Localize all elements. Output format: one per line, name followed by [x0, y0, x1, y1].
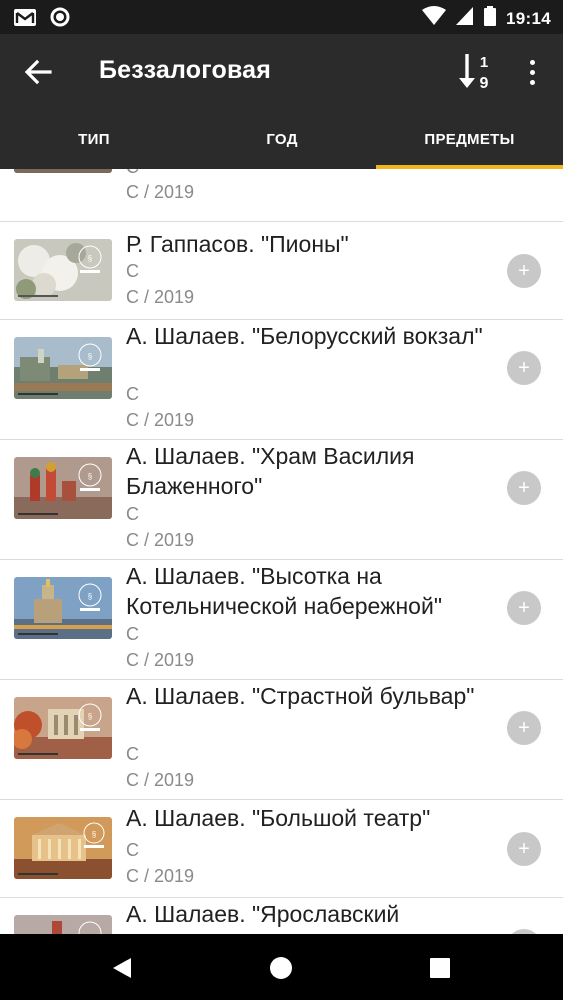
svg-text:§: § [88, 352, 92, 361]
item-thumbnail: § [14, 337, 112, 399]
signal-icon [456, 6, 474, 31]
item-type: С [126, 744, 139, 764]
list-item[interactable]: § А. Шалаев. "Страстной бульвар" С С / 2… [0, 680, 563, 800]
battery-icon [484, 6, 497, 31]
plus-icon: + [518, 357, 530, 379]
add-button[interactable]: + [507, 591, 541, 625]
item-thumbnail [14, 169, 112, 173]
arrow-back-icon [24, 59, 52, 85]
list-item[interactable]: § А. Шалаев. "Большой театр" С С / 2019 … [0, 800, 563, 898]
tab-items[interactable]: ПРЕДМЕТЫ [376, 110, 563, 169]
item-year: С / 2019 [126, 650, 195, 670]
plus-icon: + [518, 717, 530, 739]
plus-icon: + [518, 838, 530, 860]
nav-home-icon [270, 957, 292, 979]
more-vert-icon [529, 59, 535, 65]
add-button[interactable]: + [507, 254, 541, 288]
status-bar-notifications [14, 7, 70, 32]
svg-text:1: 1 [480, 54, 488, 71]
list-item[interactable]: С С / 2019 [0, 169, 563, 222]
svg-text:§: § [88, 472, 92, 481]
back-button[interactable] [18, 54, 58, 90]
item-type: С [126, 840, 139, 860]
sort-button[interactable]: 1 9 [456, 50, 496, 94]
plus-icon: + [518, 597, 530, 619]
tab-type[interactable]: ТИП [0, 110, 188, 169]
item-type: С [126, 384, 139, 404]
nav-recents-icon [430, 958, 450, 978]
nav-home-button[interactable] [267, 954, 295, 982]
tab-year[interactable]: ГОД [188, 110, 376, 169]
item-title: А. Шалаев. "Страстной бульвар" [126, 683, 475, 709]
more-vert-dot [529, 79, 535, 85]
navigation-bar [0, 934, 563, 1000]
item-type: С [126, 624, 139, 644]
add-button[interactable]: + [507, 711, 541, 745]
item-title: А. Шалаев. "Белорусский вокзал" [126, 323, 483, 349]
item-type: С [126, 504, 139, 524]
nav-back-button[interactable] [108, 954, 136, 982]
item-title: А. Шалаев. "Храм Василия Блаженного" [126, 443, 415, 499]
status-time: 19:14 [506, 8, 551, 28]
sort-numeric-icon: 1 9 [459, 54, 489, 92]
item-title: Р. Гаппасов. "Пионы" [126, 231, 349, 257]
app-bar: Беззалоговая 1 9 [0, 34, 563, 110]
status-bar: 19:14 [0, 0, 563, 34]
item-thumbnail: § [14, 239, 112, 301]
add-button[interactable]: + [507, 832, 541, 866]
item-type: С [126, 261, 139, 281]
svg-text:§: § [88, 254, 92, 263]
item-year: С / 2019 [126, 866, 195, 886]
list-item[interactable]: А. Шалаев. "Ярославский + [0, 898, 563, 934]
plus-icon: + [518, 477, 530, 499]
gmail-icon [14, 8, 36, 31]
item-year: С / 2019 [126, 770, 195, 790]
item-year: С / 2019 [126, 287, 195, 307]
svg-text:9: 9 [480, 75, 489, 92]
plus-icon: + [518, 260, 530, 282]
item-year: С / 2019 [126, 182, 195, 202]
list-item[interactable]: § А. Шалаев. "Храм Василия Блаженного" С… [0, 440, 563, 560]
status-bar-system: 19:14 [422, 6, 551, 31]
list-item[interactable]: § А. Шалаев. "Белорусский вокзал" С С / … [0, 320, 563, 440]
add-button[interactable]: + [507, 351, 541, 385]
svg-text:§: § [88, 712, 92, 721]
wifi-icon [422, 6, 447, 31]
item-year: С / 2019 [126, 530, 195, 550]
item-thumbnail: § [14, 697, 112, 759]
more-options-button[interactable] [518, 54, 546, 90]
add-button[interactable]: + [507, 471, 541, 505]
list-item[interactable]: § Р. Гаппасов. "Пионы" С С / 2019 + [0, 222, 563, 320]
more-vert-dot [529, 69, 535, 75]
item-title: А. Шалаев. "Большой театр" [126, 805, 431, 831]
item-thumbnail: § [14, 457, 112, 519]
item-thumbnail: § [14, 817, 112, 879]
item-thumbnail [14, 915, 112, 934]
list-item[interactable]: § А. Шалаев. "Высотка на Котельнической … [0, 560, 563, 680]
items-list[interactable]: С С / 2019 § Р. Гаппасов. "Пионы" С С / … [0, 169, 563, 934]
item-type: С [126, 169, 139, 178]
item-title: А. Шалаев. "Ярославский [126, 901, 400, 927]
page-title: Беззалоговая [99, 56, 272, 84]
nav-recents-button[interactable] [426, 954, 454, 982]
item-year: С / 2019 [126, 410, 195, 430]
item-thumbnail: § [14, 577, 112, 639]
item-title: А. Шалаев. "Высотка на Котельнической на… [126, 563, 442, 619]
tab-bar: ТИП ГОД ПРЕДМЕТЫ [0, 110, 563, 169]
nav-back-icon [113, 958, 131, 978]
svg-text:§: § [88, 592, 92, 601]
svg-text:§: § [92, 830, 96, 839]
circle-icon [50, 7, 70, 32]
